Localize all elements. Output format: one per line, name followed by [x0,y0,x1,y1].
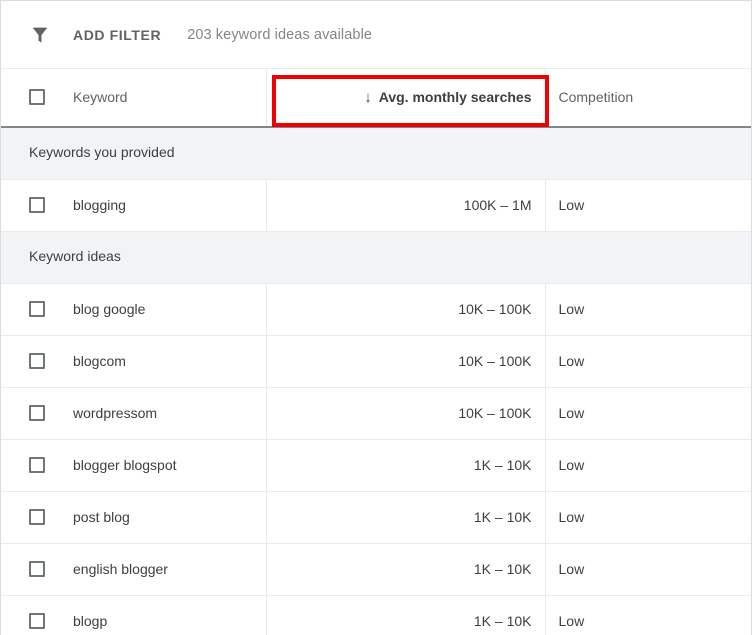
competition-text: Low [558,561,585,577]
table-row[interactable]: blogger blogspot 1K – 10K Low [1,439,751,492]
keyword-text: blogp [73,613,108,629]
column-header-competition[interactable]: Competition [544,68,751,128]
competition-text: Low [558,457,585,473]
cell-avg-monthly-searches: 1K – 10K [265,491,545,544]
table-section-header-label: Keyword ideas [29,248,121,264]
cell-avg-monthly-searches: 1K – 10K [265,439,545,492]
cell-avg-monthly-searches: 10K – 100K [265,387,545,440]
column-header-keyword[interactable]: Keyword [1,68,266,128]
table-row[interactable]: post blog 1K – 10K Low [1,491,751,544]
avg-monthly-searches-text: 10K – 100K [458,301,532,317]
table-row[interactable]: wordpressom 10K – 100K Low [1,387,751,440]
keyword-ideas-count: 203 keyword ideas available [187,26,373,43]
keyword-text: english blogger [73,561,168,577]
table-header-row: Keyword ↓ Avg. monthly searches Competit… [1,68,751,128]
cell-competition: Low [544,283,751,336]
table-header: Keyword ↓ Avg. monthly searches Competit… [1,68,751,128]
table-section-header-cell: Keywords you provided [1,126,751,180]
cell-avg-monthly-searches: 1K – 10K [265,543,545,596]
table-body: Keywords you provided blogging 100K – 1M Lo… [1,126,751,635]
competition-text: Low [558,509,585,525]
avg-monthly-searches-text: 100K – 1M [463,197,532,213]
column-header-avg-monthly-searches[interactable]: ↓ Avg. monthly searches [265,68,545,128]
cell-competition: Low [544,179,751,232]
table-section-header-label: Keywords you provided [29,144,175,160]
cell-competition: Low [544,387,751,440]
row-checkbox[interactable] [29,509,45,525]
table-row[interactable]: english blogger 1K – 10K Low [1,543,751,596]
avg-monthly-searches-text: 1K – 10K [473,509,532,525]
competition-text: Low [558,197,585,213]
cell-keyword: blogger blogspot [1,439,266,492]
row-checkbox[interactable] [29,353,45,369]
cell-competition: Low [544,335,751,388]
cell-competition: Low [544,595,751,635]
avg-monthly-searches-text: 10K – 100K [458,405,532,421]
cell-keyword: english blogger [1,543,266,596]
row-checkbox[interactable] [29,405,45,421]
table-section-header-cell: Keyword ideas [1,231,751,284]
filter-toolbar: ADD FILTER 203 keyword ideas available [1,1,751,68]
row-checkbox[interactable] [29,613,45,629]
table-row[interactable]: blog google 10K – 100K Low [1,283,751,336]
table-row[interactable]: blogcom 10K – 100K Low [1,335,751,388]
keyword-text: post blog [73,509,130,525]
row-checkbox[interactable] [29,301,45,317]
keyword-text: blogcom [73,353,126,369]
cell-avg-monthly-searches: 10K – 100K [265,335,545,388]
avg-monthly-searches-text: 10K – 100K [458,353,532,369]
competition-text: Low [558,353,585,369]
keyword-ideas-table: Keyword ↓ Avg. monthly searches Competit… [1,68,751,635]
cell-keyword: blogcom [1,335,266,388]
add-filter-button[interactable]: ADD FILTER [73,27,161,43]
table-section-header: Keywords you provided [1,126,751,180]
keyword-text: blogger blogspot [73,457,177,473]
cell-competition: Low [544,439,751,492]
cell-avg-monthly-searches: 100K – 1M [265,179,545,232]
keyword-text: blog google [73,301,146,317]
arrow-down-icon: ↓ [364,88,372,106]
keyword-text: blogging [73,197,126,213]
funnel-icon[interactable] [29,24,51,46]
cell-avg-monthly-searches: 1K – 10K [265,595,545,635]
competition-text: Low [558,405,585,421]
cell-avg-monthly-searches: 10K – 100K [265,283,545,336]
cell-competition: Low [544,491,751,544]
cell-keyword: blogging [1,179,266,232]
column-header-avg-monthly-searches-label: Avg. monthly searches [378,89,532,106]
row-checkbox[interactable] [29,457,45,473]
column-header-keyword-label: Keyword [73,89,128,106]
avg-monthly-searches-text: 1K – 10K [473,613,532,629]
table-row[interactable]: blogging 100K – 1M Low [1,179,751,232]
cell-keyword: blogp [1,595,266,635]
table-section-header: Keyword ideas [1,231,751,284]
cell-keyword: post blog [1,491,266,544]
cell-competition: Low [544,543,751,596]
table-row[interactable]: blogp 1K – 10K Low [1,595,751,635]
competition-text: Low [558,301,585,317]
cell-keyword: wordpressom [1,387,266,440]
select-all-checkbox[interactable] [29,89,45,106]
competition-text: Low [558,613,585,629]
row-checkbox[interactable] [29,561,45,577]
avg-monthly-searches-text: 1K – 10K [473,457,532,473]
avg-monthly-searches-text: 1K – 10K [473,561,532,577]
column-header-competition-label: Competition [558,89,634,106]
keyword-planner-results-panel: ADD FILTER 203 keyword ideas available K… [0,0,752,635]
keyword-text: wordpressom [73,405,158,421]
cell-keyword: blog google [1,283,266,336]
row-checkbox[interactable] [29,197,45,213]
